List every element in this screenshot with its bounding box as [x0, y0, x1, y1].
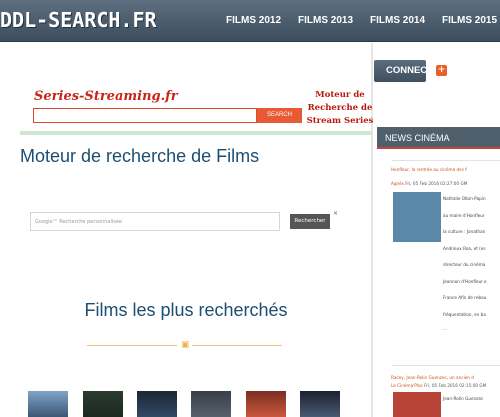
tagline-line: Stream Series — [306, 116, 374, 126]
news-separator — [392, 160, 500, 161]
film-thumbnail[interactable] — [137, 391, 177, 417]
news-author[interactable]: Le Cinéma'Ploc — [391, 383, 423, 388]
nav-films-2012[interactable]: FILMS 2012 — [226, 15, 281, 26]
google-search-input[interactable]: Google™ Recherche personnalisée — [30, 212, 280, 231]
news-text-line: Andrieux Roa, et (es — [443, 246, 486, 251]
news-image[interactable] — [393, 392, 441, 417]
film-thumbnail[interactable] — [246, 391, 286, 417]
news-date: Fri, 05 Feb 2016 02:27:00 GM — [403, 181, 468, 186]
banner-tagline: Moteur de Recherche de Stream Series — [306, 89, 374, 128]
popular-films-heading: Films les plus recherchés — [84, 300, 288, 320]
news-text-line: Nathalie Olbin-Papin — [443, 196, 486, 201]
news-text-line: Jeannon d'Honfleur.e — [443, 279, 487, 284]
film-thumbnail[interactable] — [191, 391, 231, 417]
news-separator — [392, 365, 500, 366]
news-text-line: France Afin de rebou — [443, 295, 487, 300]
news-image[interactable] — [393, 192, 441, 242]
news-author[interactable]: Agnès — [391, 181, 404, 186]
divider-right — [192, 345, 282, 346]
news-date: Fri, 05 Feb 2016 02:15:00 GM — [422, 383, 487, 388]
nav-films-2014[interactable]: FILMS 2014 — [370, 15, 425, 26]
banner-underline — [20, 131, 372, 135]
news-text-line: directeur du cinéma — [443, 262, 486, 267]
connect-button[interactable]: CONNEC — [374, 60, 427, 82]
news-item-title[interactable]: Racey, Jean-Rolin Guenzec, un ancien d — [391, 375, 474, 380]
news-text-line: Jean-Rolin Guenzec — [443, 396, 484, 401]
film-thumbnail[interactable] — [300, 391, 340, 417]
close-icon[interactable]: × — [333, 210, 338, 217]
page-title: Moteur de recherche de Films — [20, 146, 260, 166]
nav-films-2015[interactable]: FILMS 2015 — [442, 15, 497, 26]
news-text-line: au maire d'Honfleur — [443, 213, 485, 218]
divider-left — [87, 345, 177, 346]
news-item-meta: Agnès Fri, 05 Feb 2016 02:27:00 GM — [391, 181, 467, 186]
tagline-line: Recherche de — [307, 103, 373, 113]
news-text-line: la culture : Jonathan — [443, 229, 486, 234]
news-item-title[interactable]: Honfleur, la rentrée au cinéma des f — [391, 167, 467, 172]
banner-search-button[interactable]: SEARCH — [257, 108, 302, 123]
film-thumbnail[interactable] — [83, 391, 123, 417]
news-cinema-header: NEWS CINÉMA — [377, 127, 500, 149]
tagline-line: Moteur de — [315, 90, 365, 100]
bookmark-icon: ▣ — [181, 340, 190, 350]
plus-icon[interactable]: + — [436, 65, 447, 76]
nav-films-2013[interactable]: FILMS 2013 — [298, 15, 353, 26]
series-streaming-logo[interactable]: Series-Streaming.fr — [34, 89, 178, 104]
google-search-button[interactable]: Rechercher — [290, 214, 330, 229]
top-header: DDL-SEARCH.FR FILMS 2012 FILMS 2013 FILM… — [0, 0, 500, 42]
site-logo[interactable]: DDL-SEARCH.FR — [0, 8, 157, 32]
news-text-line: fréquentation, en ba — [443, 312, 486, 317]
news-text-line: ... — [443, 326, 447, 331]
film-thumbnail[interactable] — [28, 391, 68, 417]
banner-search-input[interactable] — [33, 108, 257, 123]
news-item-meta: Le Cinéma'Ploc Fri, 05 Feb 2016 02:15:00… — [391, 383, 486, 388]
